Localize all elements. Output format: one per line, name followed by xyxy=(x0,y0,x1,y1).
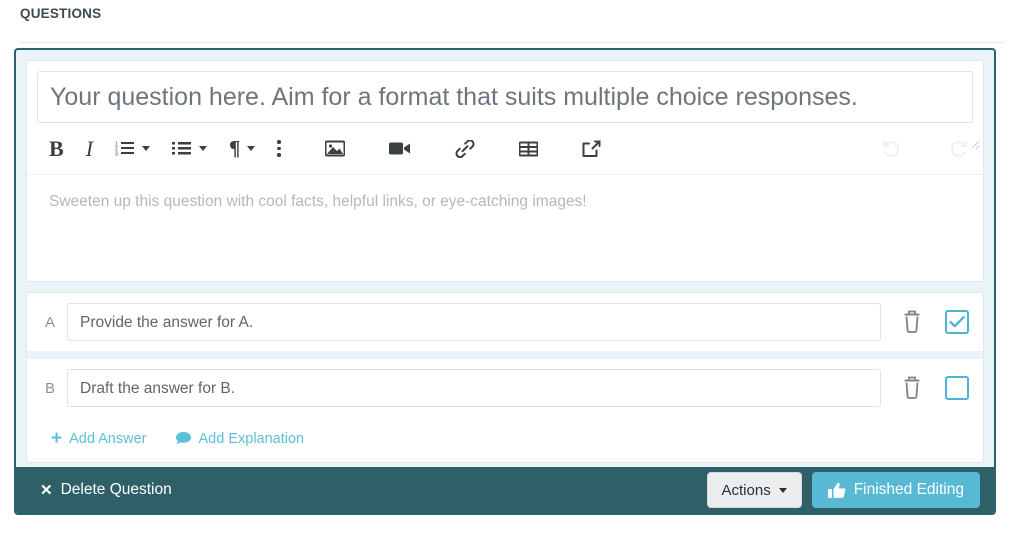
question-title-wrapper xyxy=(27,61,983,123)
image-icon xyxy=(324,140,345,157)
checkmark-icon xyxy=(949,316,965,328)
actions-dropdown-button[interactable]: Actions xyxy=(706,472,802,508)
chevron-down-icon xyxy=(778,487,787,493)
ordered-list-dropdown-caret[interactable] xyxy=(142,146,151,151)
ordered-list-button[interactable]: 1 2 3 xyxy=(115,134,135,164)
questions-section-header: QUESTIONS xyxy=(0,0,1024,34)
answer-actions-row: + Add Answer Add Explanation xyxy=(27,417,983,462)
bold-button[interactable]: B xyxy=(49,134,64,164)
page-title: QUESTIONS xyxy=(20,6,102,21)
more-options-icon xyxy=(277,140,281,157)
unordered-list-button[interactable] xyxy=(172,134,192,164)
add-answer-button[interactable]: + Add Answer xyxy=(51,429,147,448)
paragraph-dropdown-caret[interactable] xyxy=(247,146,256,151)
question-body-placeholder[interactable]: Sweeten up this question with cool facts… xyxy=(27,175,983,281)
undo-icon xyxy=(883,139,899,157)
undo-button[interactable] xyxy=(881,134,903,164)
toolbar-history-group xyxy=(881,134,969,164)
trash-icon xyxy=(904,376,920,399)
trash-icon xyxy=(904,310,920,333)
more-options-button[interactable] xyxy=(277,134,281,164)
actions-label: Actions xyxy=(721,481,771,499)
answer-letter: A xyxy=(45,313,56,331)
finished-editing-button[interactable]: Finished Editing xyxy=(811,472,980,508)
header-divider xyxy=(20,42,1004,43)
question-editor-panel: B I 1 2 3 xyxy=(14,48,996,515)
rich-text-toolbar: B I 1 2 3 ¶ xyxy=(27,123,983,175)
svg-text:3: 3 xyxy=(115,152,118,158)
insert-table-button[interactable] xyxy=(518,134,538,164)
correct-answer-checkbox-a[interactable] xyxy=(945,310,969,334)
plus-icon: + xyxy=(51,428,63,449)
question-title-input[interactable] xyxy=(37,71,973,123)
italic-button[interactable]: I xyxy=(86,134,93,164)
answer-input-a[interactable] xyxy=(67,303,881,341)
insert-embed-button[interactable] xyxy=(582,134,601,164)
question-footer-bar: ✕ Delete Question Actions Finished Editi… xyxy=(16,467,994,513)
unordered-list-icon xyxy=(172,142,192,155)
finished-editing-label: Finished Editing xyxy=(853,481,964,498)
table-icon xyxy=(518,141,538,156)
answer-tools-b xyxy=(881,376,969,400)
answers-card: A Provide the answer for A. B Draft the … xyxy=(26,292,984,463)
comment-icon xyxy=(175,432,191,445)
insert-image-button[interactable] xyxy=(324,134,345,164)
answer-letter: B xyxy=(45,379,56,397)
close-icon: ✕ xyxy=(40,482,53,499)
external-link-icon xyxy=(582,140,601,157)
answer-row-a: A xyxy=(27,293,983,351)
redo-icon xyxy=(951,139,967,157)
answer-row-separator xyxy=(27,351,983,359)
delete-answer-a-button[interactable] xyxy=(901,310,923,334)
footer-button-group: Actions Finished Editing xyxy=(706,472,980,508)
unordered-list-dropdown-caret[interactable] xyxy=(199,146,208,151)
paragraph-format-button[interactable]: ¶ xyxy=(229,134,240,164)
thumbs-up-icon xyxy=(827,482,846,498)
insert-video-button[interactable] xyxy=(388,134,411,164)
answer-tools-a xyxy=(881,310,969,334)
link-icon xyxy=(455,139,475,158)
answer-input-b[interactable] xyxy=(67,369,881,407)
delete-answer-b-button[interactable] xyxy=(901,376,923,400)
add-answer-label: Add Answer xyxy=(69,430,147,447)
correct-answer-checkbox-b[interactable] xyxy=(945,376,969,400)
question-editor-card: B I 1 2 3 xyxy=(26,60,984,282)
add-explanation-label: Add Explanation xyxy=(198,430,305,447)
redo-button[interactable] xyxy=(947,134,969,164)
panel-body: B I 1 2 3 xyxy=(16,50,994,463)
ordered-list-icon: 1 2 3 xyxy=(115,142,135,158)
insert-link-button[interactable] xyxy=(455,134,475,164)
video-icon xyxy=(388,142,410,155)
answer-row-b: B xyxy=(27,359,983,417)
delete-question-button[interactable]: ✕ Delete Question xyxy=(40,481,172,499)
delete-question-label: Delete Question xyxy=(60,481,172,498)
add-explanation-button[interactable]: Add Explanation xyxy=(175,430,305,447)
